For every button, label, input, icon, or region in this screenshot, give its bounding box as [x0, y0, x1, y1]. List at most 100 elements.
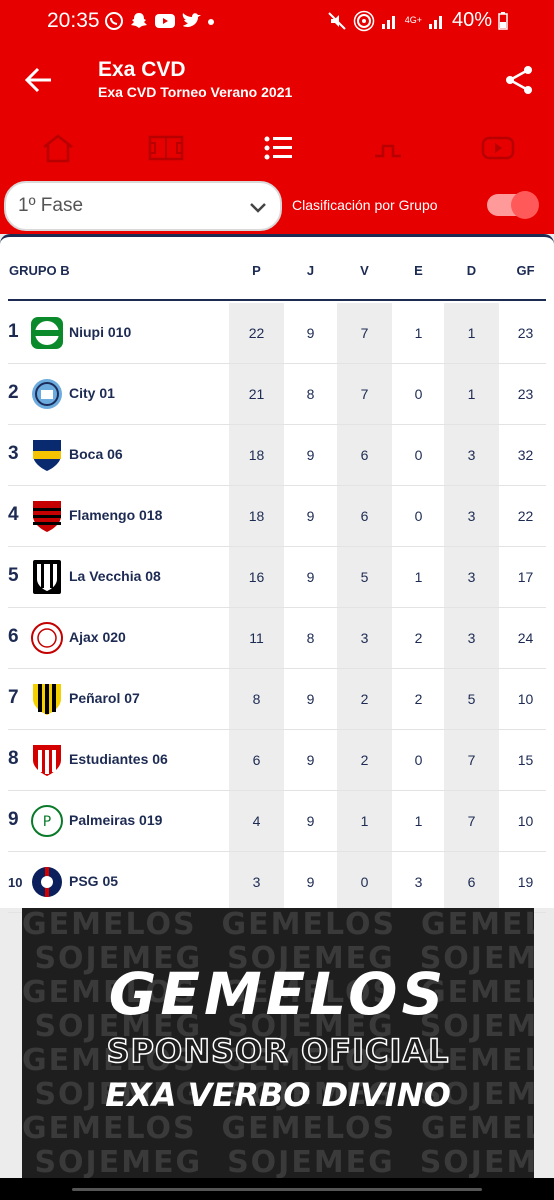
banner-school-line: EXA VERBO DIVINO — [105, 1076, 451, 1114]
team-crest-icon — [30, 620, 64, 656]
stat-j: 9 — [306, 325, 315, 341]
svg-text:P: P — [43, 814, 51, 830]
stat-v: 5 — [360, 569, 369, 585]
stat-v: 7 — [360, 325, 369, 341]
status-bar: 20:35 4G+ 40% — [0, 0, 554, 42]
team-crest-icon — [30, 437, 64, 473]
page-subtitle: Exa CVD Torneo Verano 2021 — [98, 84, 293, 100]
stat-p: 4 — [252, 813, 261, 829]
whatsapp-icon — [105, 12, 123, 30]
position-number: 8 — [8, 748, 19, 769]
table-row[interactable]: 8 Estudiantes 06 6 9 2 0 7 15 — [0, 730, 554, 791]
team-name[interactable]: Flamengo 018 — [69, 507, 162, 523]
team-name[interactable]: PSG 05 — [69, 873, 118, 889]
header-played: J — [306, 263, 315, 278]
stat-j: 9 — [306, 447, 315, 463]
stat-gf: 17 — [517, 569, 534, 585]
team-name[interactable]: Peñarol 07 — [69, 690, 140, 706]
table-row[interactable]: 5 La Vecchia 08 16 9 5 1 3 17 — [0, 547, 554, 608]
header-lost: D — [466, 263, 477, 278]
hotspot-icon — [353, 10, 374, 31]
signal-icon-2 — [428, 15, 442, 29]
stat-v: 3 — [360, 630, 369, 646]
team-name[interactable]: Niupi 010 — [69, 324, 131, 340]
toggle-knob — [511, 191, 539, 219]
stat-e: 0 — [414, 508, 423, 524]
battery-icon — [498, 11, 508, 30]
position-number: 10 — [8, 875, 23, 890]
stat-v: 2 — [360, 691, 369, 707]
table-row[interactable]: 9 P Palmeiras 019 4 9 1 1 7 10 — [0, 791, 554, 852]
group-toggle-switch[interactable] — [487, 191, 539, 219]
table-row[interactable]: 3 Boca 06 18 9 6 0 3 32 — [0, 425, 554, 486]
nav-handle[interactable] — [72, 1188, 482, 1191]
phase-selected-value: 1º Fase — [18, 195, 84, 216]
team-crest-icon: P — [30, 803, 64, 839]
table-row[interactable]: 2 City 01 21 8 7 0 1 23 — [0, 364, 554, 425]
tab-videos[interactable] — [478, 130, 518, 166]
stat-v: 6 — [360, 508, 369, 524]
stat-j: 9 — [306, 691, 315, 707]
team-crest-icon — [30, 498, 64, 534]
team-name[interactable]: Boca 06 — [69, 446, 123, 462]
stat-j: 9 — [306, 813, 315, 829]
stat-d: 7 — [467, 752, 476, 768]
tab-matches[interactable] — [146, 130, 186, 166]
tab-standings[interactable] — [258, 130, 298, 166]
field-icon — [148, 135, 184, 161]
stat-d: 3 — [467, 569, 476, 585]
stat-d: 5 — [467, 691, 476, 707]
stat-v: 7 — [360, 386, 369, 402]
share-icon[interactable] — [504, 64, 534, 96]
stat-d: 7 — [467, 813, 476, 829]
back-arrow-icon[interactable] — [22, 64, 54, 96]
position-number: 7 — [8, 687, 19, 708]
stat-p: 21 — [248, 386, 265, 402]
stat-p: 18 — [248, 447, 265, 463]
group-title: GRUPO B — [9, 263, 70, 278]
position-number: 3 — [8, 443, 19, 464]
stat-j: 9 — [306, 508, 315, 524]
youtube-icon — [155, 14, 175, 28]
stat-gf: 10 — [517, 691, 534, 707]
stat-v: 2 — [360, 752, 369, 768]
stat-e: 1 — [414, 813, 423, 829]
bracket-icon — [375, 144, 401, 158]
sponsor-banner[interactable]: GEMELOS GEMELOS GEMELOS SOJEMEG SOJEMEG … — [22, 908, 534, 1178]
snapchat-icon — [131, 13, 147, 28]
position-number: 5 — [8, 565, 19, 586]
tab-home[interactable] — [38, 130, 78, 166]
table-row[interactable]: 7 Peñarol 07 8 9 2 2 5 10 — [0, 669, 554, 730]
stat-e: 3 — [414, 874, 423, 890]
stat-e: 2 — [414, 691, 423, 707]
table-row[interactable]: 10 PSG 05 3 9 0 3 6 19 — [0, 852, 554, 913]
team-name[interactable]: Palmeiras 019 — [69, 812, 162, 828]
team-name[interactable]: Ajax 020 — [69, 629, 126, 645]
phase-dropdown[interactable]: 1º Fase — [4, 181, 282, 231]
team-crest-icon — [30, 315, 64, 351]
stat-p: 6 — [252, 752, 261, 768]
banner-sponsor-line: SPONSOR OFICIAL — [106, 1031, 450, 1071]
tab-bracket[interactable] — [368, 130, 408, 166]
team-name[interactable]: Estudiantes 06 — [69, 751, 168, 767]
system-icons: 4G+ 40% — [327, 9, 508, 32]
team-name[interactable]: La Vecchia 08 — [69, 568, 161, 584]
stat-p: 11 — [249, 630, 264, 646]
table-row[interactable]: 4 Flamengo 018 18 9 6 0 3 22 — [0, 486, 554, 547]
team-name[interactable]: City 01 — [69, 385, 115, 401]
team-crest-icon — [30, 864, 64, 900]
network-type: 4G+ — [404, 15, 422, 25]
stat-j: 8 — [306, 630, 315, 646]
notification-icons — [104, 11, 203, 31]
table-row[interactable]: 6 Ajax 020 11 8 3 2 3 24 — [0, 608, 554, 669]
team-crest-icon — [30, 559, 64, 595]
stat-j: 9 — [306, 569, 315, 585]
stat-gf: 19 — [517, 874, 534, 890]
system-nav-bar — [0, 1178, 554, 1200]
team-crest-icon — [30, 742, 64, 778]
stat-p: 22 — [248, 325, 265, 341]
stat-p: 16 — [248, 569, 265, 585]
table-row[interactable]: 1 Niupi 010 22 9 7 1 1 23 — [0, 303, 554, 364]
header-goals-for: GF — [516, 263, 535, 278]
banner-brand: GEMELOS — [108, 960, 448, 1028]
